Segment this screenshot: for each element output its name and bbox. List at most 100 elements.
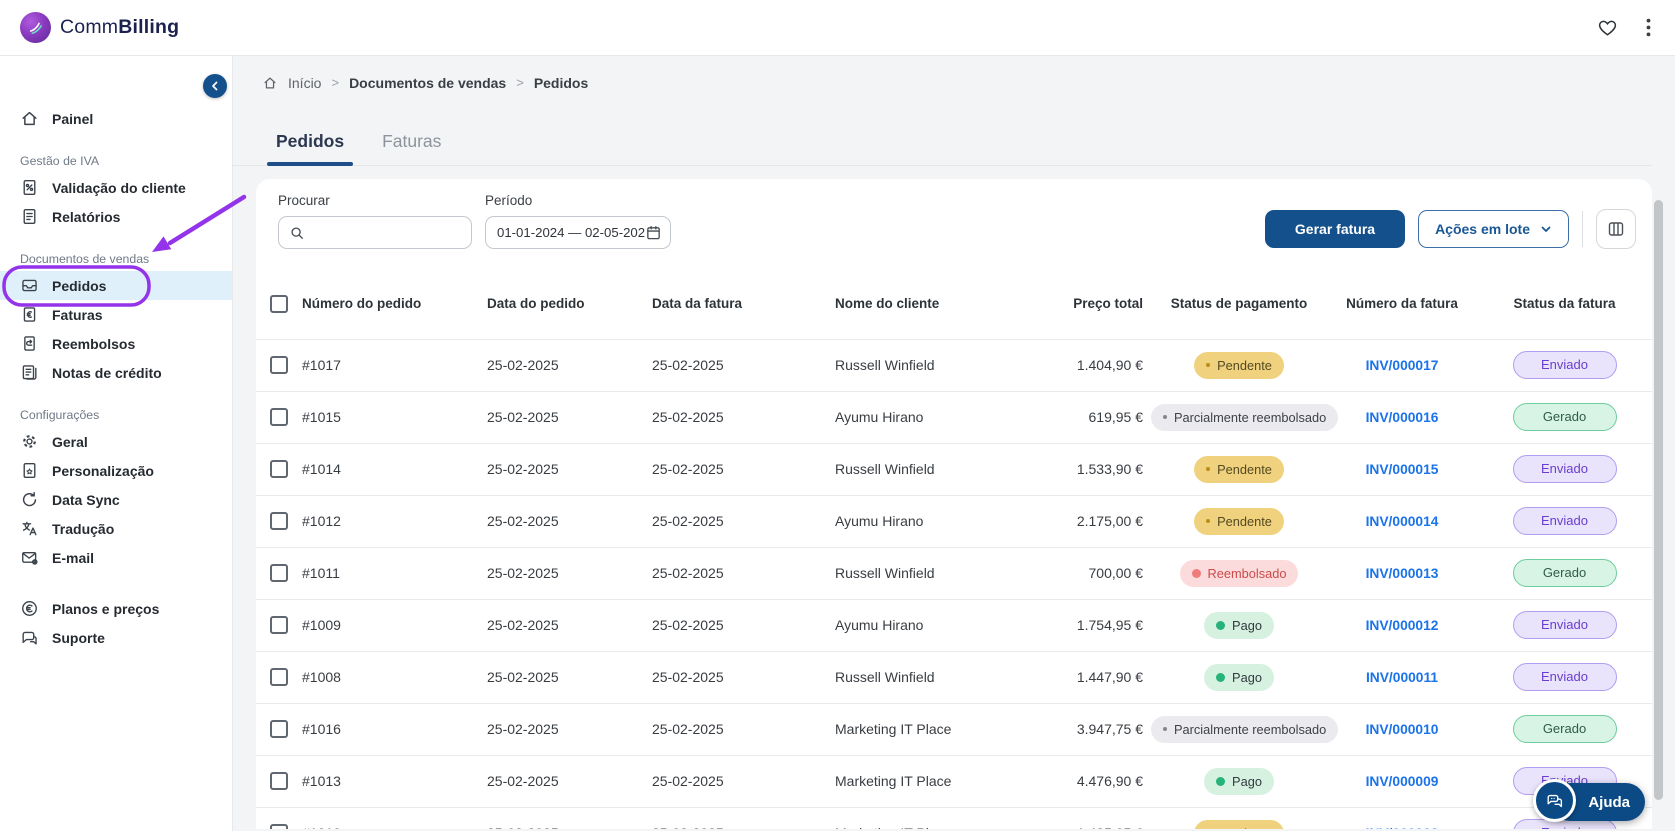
table-row[interactable]: #1016 25-02-2025 25-02-2025 Marketing IT… [256, 703, 1652, 755]
invoice-date: 25-02-2025 [652, 547, 835, 599]
row-checkbox[interactable] [270, 408, 288, 426]
table-row[interactable]: #1015 25-02-2025 25-02-2025 Ayumu Hirano… [256, 391, 1652, 443]
row-checkbox[interactable] [270, 720, 288, 738]
app-logo[interactable]: CommBilling [20, 12, 179, 43]
row-checkbox[interactable] [270, 460, 288, 478]
invoice-link[interactable]: INV/000010 [1366, 722, 1439, 737]
table-row[interactable]: #1017 25-02-2025 25-02-2025 Russell Winf… [256, 339, 1652, 391]
total-price: 1.754,95 € [1073, 599, 1151, 651]
status-dot [1206, 467, 1210, 471]
client-name: Ayumu Hirano [835, 391, 1073, 443]
column-settings-button[interactable] [1596, 209, 1636, 249]
breadcrumb-section[interactable]: Documentos de vendas [349, 75, 506, 91]
invoice-link[interactable]: INV/000013 [1366, 566, 1439, 581]
payment-status-badge: Pago [1204, 612, 1274, 639]
sidebar-item-notas-credito[interactable]: Notas de crédito [0, 358, 232, 387]
search-input[interactable] [312, 225, 461, 240]
kebab-menu-icon[interactable] [1646, 18, 1651, 37]
invoice-link[interactable]: INV/000014 [1366, 514, 1439, 529]
payment-status-badge: Pendente [1194, 508, 1284, 535]
sidebar-item-label: E-mail [52, 550, 94, 566]
row-checkbox[interactable] [270, 772, 288, 790]
order-number: #1008 [302, 651, 487, 703]
table-row[interactable]: #1008 25-02-2025 25-02-2025 Russell Winf… [256, 651, 1652, 703]
sidebar-item-relatorios[interactable]: Relatórios [0, 202, 232, 231]
batch-actions-button[interactable]: Ações em lote [1418, 210, 1569, 248]
col-header-order-date: Data do pedido [487, 269, 652, 339]
col-header-order-number: Número do pedido [302, 269, 487, 339]
payment-status-badge: Parcialmente reembolsado [1151, 404, 1338, 431]
sidebar-item-painel[interactable]: Painel [0, 104, 232, 133]
invoice-status-badge: Enviado [1513, 663, 1617, 691]
sidebar-item-suporte[interactable]: Suporte [0, 623, 232, 652]
table-row[interactable]: #1009 25-02-2025 25-02-2025 Ayumu Hirano… [256, 599, 1652, 651]
invoice-date: 25-02-2025 [652, 703, 835, 755]
table-row[interactable]: #1013 25-02-2025 25-02-2025 Marketing IT… [256, 755, 1652, 807]
invoice-link[interactable]: INV/000009 [1366, 774, 1439, 789]
sidebar-item-label: Painel [52, 111, 93, 127]
document-percent-icon [20, 178, 39, 197]
row-checkbox[interactable] [270, 356, 288, 374]
home-icon [262, 75, 278, 91]
table-row[interactable]: #1011 25-02-2025 25-02-2025 Russell Winf… [256, 547, 1652, 599]
receipt-refund-icon [20, 334, 39, 353]
sidebar-item-personalizacao[interactable]: Personalização [0, 456, 232, 485]
table-row[interactable]: #1014 25-02-2025 25-02-2025 Russell Winf… [256, 443, 1652, 495]
sidebar-item-label: Notas de crédito [52, 365, 162, 381]
table-row[interactable]: #1010 25-02-2025 25-02-2025 Marketing IT… [256, 807, 1652, 829]
sidebar-item-data-sync[interactable]: Data Sync [0, 485, 232, 514]
period-picker[interactable]: 01-01-2024 — 02-05-202 [485, 216, 671, 249]
order-number: #1014 [302, 443, 487, 495]
col-header-total-price: Preço total [1073, 269, 1151, 339]
document-star-icon [20, 461, 39, 480]
invoice-link[interactable]: INV/000012 [1366, 618, 1439, 633]
search-label: Procurar [278, 193, 472, 208]
tab-pedidos[interactable]: Pedidos [272, 131, 348, 165]
vertical-scrollbar[interactable] [1654, 200, 1663, 800]
invoice-link[interactable]: INV/000008 [1366, 826, 1439, 829]
sidebar-item-reembolsos[interactable]: Reembolsos [0, 329, 232, 358]
select-all-checkbox[interactable] [270, 295, 288, 313]
sidebar-item-email[interactable]: E-mail [0, 543, 232, 572]
sidebar-item-validacao-cliente[interactable]: Validação do cliente [0, 173, 232, 202]
sidebar-item-geral[interactable]: Geral [0, 427, 232, 456]
sidebar-item-planos-precos[interactable]: Planos e preços [0, 594, 232, 623]
total-price: 1.404,90 € [1073, 339, 1151, 391]
home-icon [20, 109, 39, 128]
invoice-status-badge: Gerado [1513, 559, 1617, 587]
sidebar-item-label: Planos e preços [52, 601, 159, 617]
invoice-link[interactable]: INV/000016 [1366, 410, 1439, 425]
row-checkbox[interactable] [270, 824, 288, 829]
sidebar-section-documentos-vendas: Documentos de vendas [0, 252, 232, 266]
row-checkbox[interactable] [270, 564, 288, 582]
breadcrumb-current: Pedidos [534, 75, 588, 91]
sidebar-item-faturas[interactable]: Faturas [0, 300, 232, 329]
invoice-link[interactable]: INV/000017 [1366, 358, 1439, 373]
breadcrumb-home[interactable]: Início [288, 75, 321, 91]
sidebar-collapse-button[interactable] [203, 74, 227, 98]
invoice-link[interactable]: INV/000011 [1366, 670, 1438, 685]
row-checkbox[interactable] [270, 512, 288, 530]
row-checkbox[interactable] [270, 668, 288, 686]
order-date: 25-02-2025 [487, 443, 652, 495]
invoice-link[interactable]: INV/000015 [1366, 462, 1439, 477]
brand-name: CommBilling [60, 16, 179, 39]
help-button[interactable]: Ajuda [1537, 779, 1645, 822]
invoice-status-badge: Gerado [1513, 403, 1617, 431]
search-field: Procurar [278, 193, 472, 249]
total-price: 3.947,75 € [1073, 703, 1151, 755]
tab-faturas[interactable]: Faturas [378, 131, 445, 165]
sidebar-item-pedidos[interactable]: Pedidos [0, 271, 232, 300]
sidebar-item-label: Faturas [52, 307, 103, 323]
generate-invoice-button[interactable]: Gerar fatura [1265, 210, 1405, 248]
sidebar-item-traducao[interactable]: Tradução [0, 514, 232, 543]
client-name: Russell Winfield [835, 339, 1073, 391]
row-checkbox[interactable] [270, 616, 288, 634]
table-row[interactable]: #1012 25-02-2025 25-02-2025 Ayumu Hirano… [256, 495, 1652, 547]
col-header-payment-status: Status de pagamento [1151, 269, 1327, 339]
order-number: #1017 [302, 339, 487, 391]
gear-icon [20, 432, 39, 451]
favorite-heart-icon[interactable] [1597, 17, 1618, 38]
payment-status-badge: Pendente [1194, 352, 1284, 379]
sync-icon [20, 490, 39, 509]
